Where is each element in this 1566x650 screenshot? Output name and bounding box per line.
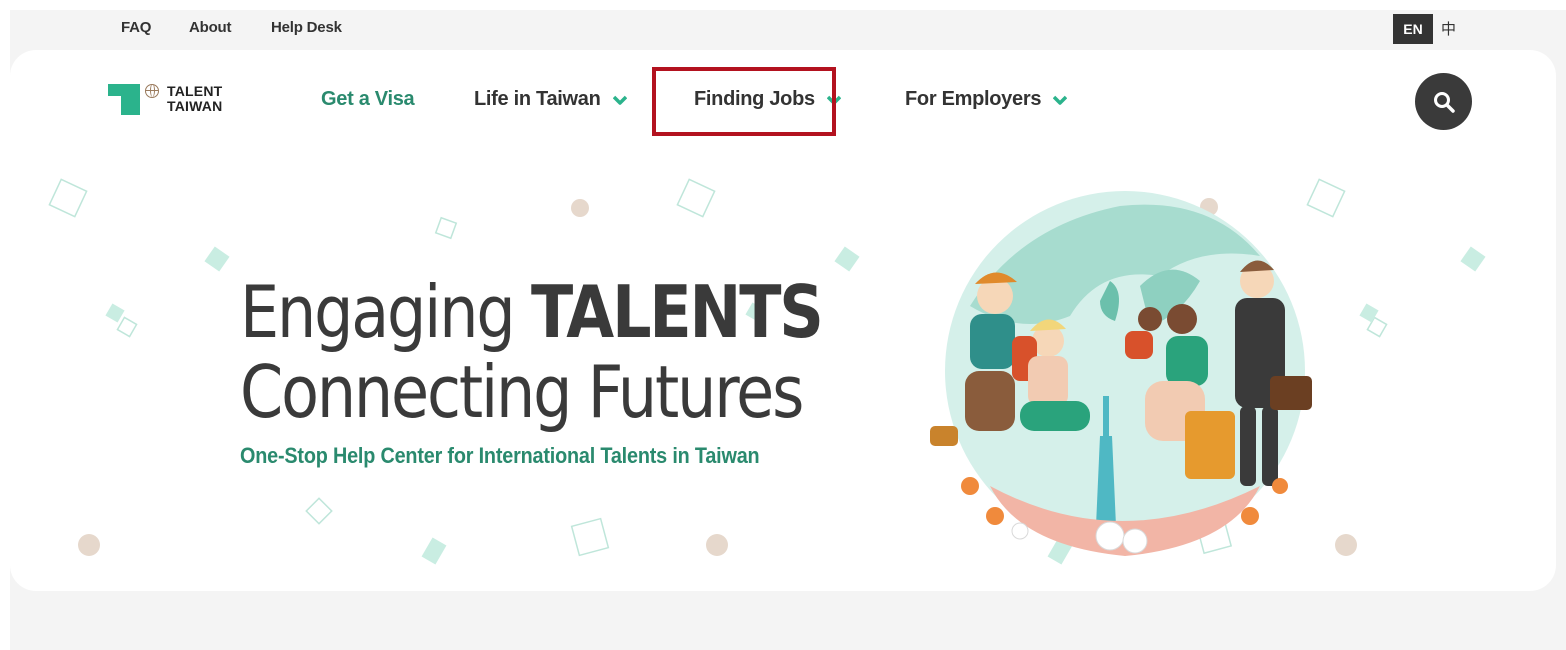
search-button[interactable] [1415, 73, 1472, 130]
hero-illustration [930, 191, 1312, 556]
hero-heading-regular: Engaging [240, 270, 532, 354]
talent-taiwan-logo[interactable]: TALENT TAIWAN [108, 83, 248, 119]
logo-line1: TALENT [167, 83, 223, 99]
search-icon [1433, 91, 1455, 113]
nav-for-employers-label: For Employers [905, 88, 1042, 110]
nav-get-a-visa[interactable]: Get a Visa [321, 88, 415, 111]
nav-get-a-visa-label: Get a Visa [321, 88, 415, 110]
hero-tagline: One-Stop Help Center for International T… [240, 443, 760, 468]
main-card: TALENT TAIWAN Get a Visa Life in Taiwan … [10, 50, 1556, 591]
nav-life-in-taiwan-label: Life in Taiwan [474, 88, 601, 110]
logo-text: TALENT TAIWAN [167, 84, 222, 114]
utility-bar: FAQ About Help Desk EN 中 [0, 0, 1566, 50]
language-zh-button[interactable]: 中 [1441, 18, 1456, 39]
hero-heading-bold: TALENTS [531, 270, 824, 354]
nav-life-in-taiwan[interactable]: Life in Taiwan [474, 88, 627, 111]
about-link[interactable]: About [189, 19, 232, 36]
chevron-down-icon [612, 95, 627, 105]
highlight-annotation-box [652, 67, 836, 136]
language-en-button[interactable]: EN [1393, 14, 1433, 44]
logo-mark-icon [108, 84, 140, 115]
hero-heading-line1: Engaging TALENTS [240, 270, 824, 354]
chevron-down-icon [1053, 95, 1068, 105]
globe-icon [145, 84, 159, 98]
nav-for-employers[interactable]: For Employers [905, 88, 1068, 111]
faq-link[interactable]: FAQ [121, 19, 151, 36]
hero-heading-line2: Connecting Futures [240, 350, 804, 434]
logo-line2: TAIWAN [167, 98, 223, 114]
help-desk-link[interactable]: Help Desk [271, 19, 342, 36]
